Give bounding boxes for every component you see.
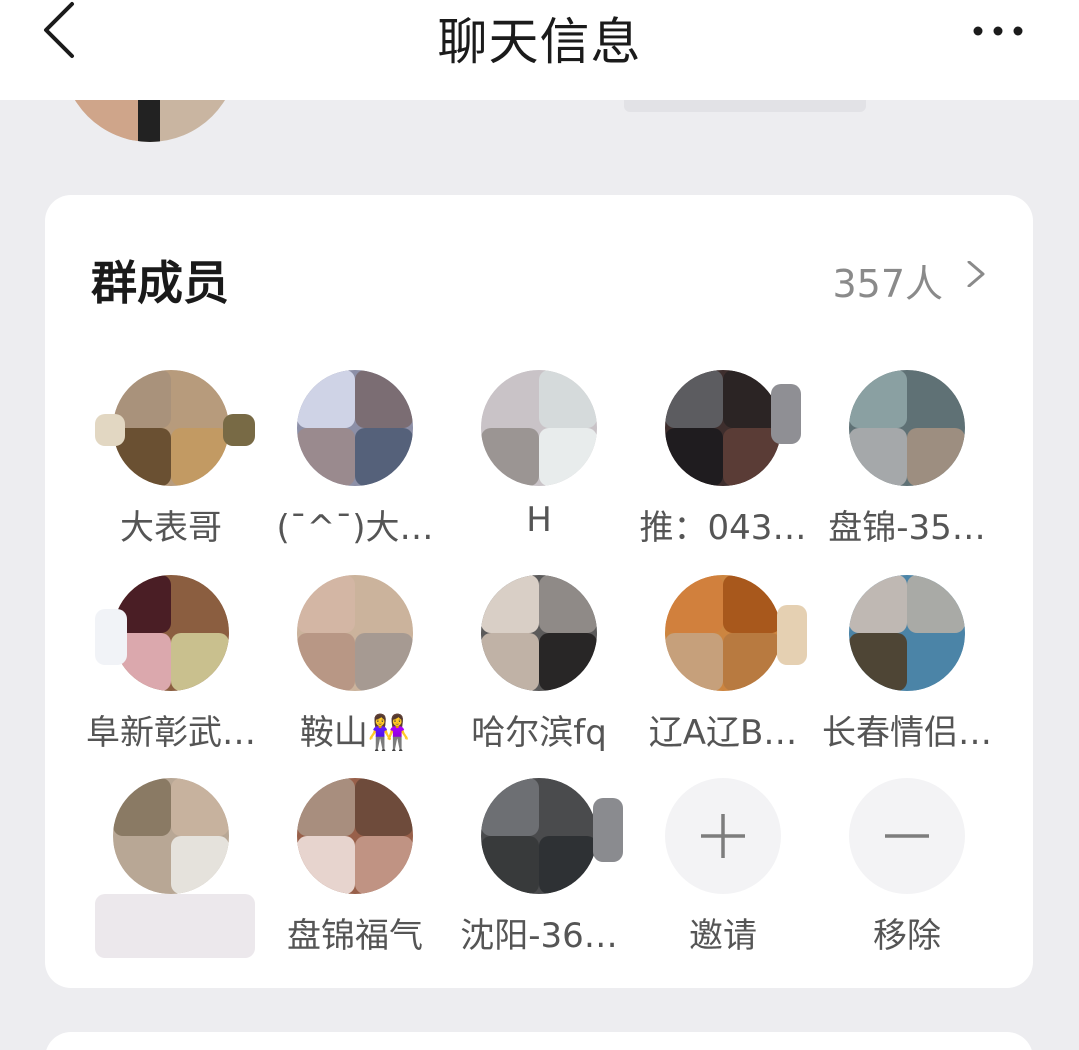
member-item[interactable]: 阜新彰武…: [79, 575, 263, 775]
member-item[interactable]: 大表哥: [79, 370, 263, 570]
more-horizontal-icon[interactable]: [970, 22, 1030, 40]
member-name: 辽A辽B…: [648, 713, 798, 753]
plus-icon: [701, 814, 745, 858]
profile-strip: [0, 100, 1079, 160]
remove-button[interactable]: 移除: [815, 778, 999, 978]
member-avatar: [79, 370, 263, 510]
page-title: 聊天信息: [437, 13, 642, 71]
member-item[interactable]: 盘锦-35…: [815, 370, 999, 570]
member-avatar: [631, 370, 815, 510]
member-avatar: [815, 575, 999, 715]
member-item[interactable]: 盘锦福气: [263, 778, 447, 978]
remove-label: 移除: [873, 916, 941, 956]
member-avatar: [447, 778, 631, 918]
invite-circle[interactable]: [665, 778, 781, 894]
next-card: [45, 1032, 1033, 1050]
member-name: 盘锦福气: [287, 916, 423, 956]
member-avatar: [447, 370, 631, 510]
invite-button[interactable]: 邀请: [631, 778, 815, 978]
member-avatar: [263, 370, 447, 510]
member-item[interactable]: 鞍山👭: [263, 575, 447, 775]
member-name: H: [526, 500, 552, 540]
minus-icon: [885, 834, 929, 838]
member-item[interactable]: H: [447, 370, 631, 570]
members-grid: 大表哥 (ˉ^ˉ)大… H 推：043… 盘锦-35… 阜新彰武… 鞍山👭 哈尔…: [45, 195, 1033, 988]
member-name: 推：043…: [639, 508, 807, 548]
member-name: 鞍山👭: [299, 713, 411, 753]
member-avatar: [79, 778, 263, 958]
member-avatar: [263, 778, 447, 918]
member-name: 盘锦-35…: [828, 508, 986, 548]
member-item[interactable]: 哈尔滨fq: [447, 575, 631, 775]
members-card: 群成员 357人 大表哥 (ˉ^ˉ)大… H 推：043… 盘锦-35… 阜新彰…: [45, 195, 1033, 988]
profile-field[interactable]: [624, 100, 866, 112]
top-bar: 聊天信息: [0, 0, 1079, 100]
member-item[interactable]: 长春情侣…: [815, 575, 999, 775]
member-name: 哈尔滨fq: [471, 713, 607, 753]
member-avatar: [447, 575, 631, 715]
member-item[interactable]: (ˉ^ˉ)大…: [263, 370, 447, 570]
invite-label: 邀请: [689, 916, 757, 956]
member-name: 长春情侣…: [822, 713, 992, 753]
remove-circle[interactable]: [849, 778, 965, 894]
member-avatar: [79, 575, 263, 715]
member-item[interactable]: 推：043…: [631, 370, 815, 570]
member-name: 沈阳-36…: [460, 916, 618, 956]
member-item[interactable]: 沈阳-36…: [447, 778, 631, 978]
member-item[interactable]: 辽A辽B…: [631, 575, 815, 775]
member-name: (ˉ^ˉ)大…: [276, 508, 434, 548]
member-name: 阜新彰武…: [86, 713, 256, 753]
member-name: 大表哥: [120, 508, 222, 548]
member-avatar: [815, 370, 999, 510]
group-avatar: [62, 100, 238, 142]
member-avatar: [631, 575, 815, 715]
member-avatar: [263, 575, 447, 715]
member-item[interactable]: [79, 778, 263, 978]
